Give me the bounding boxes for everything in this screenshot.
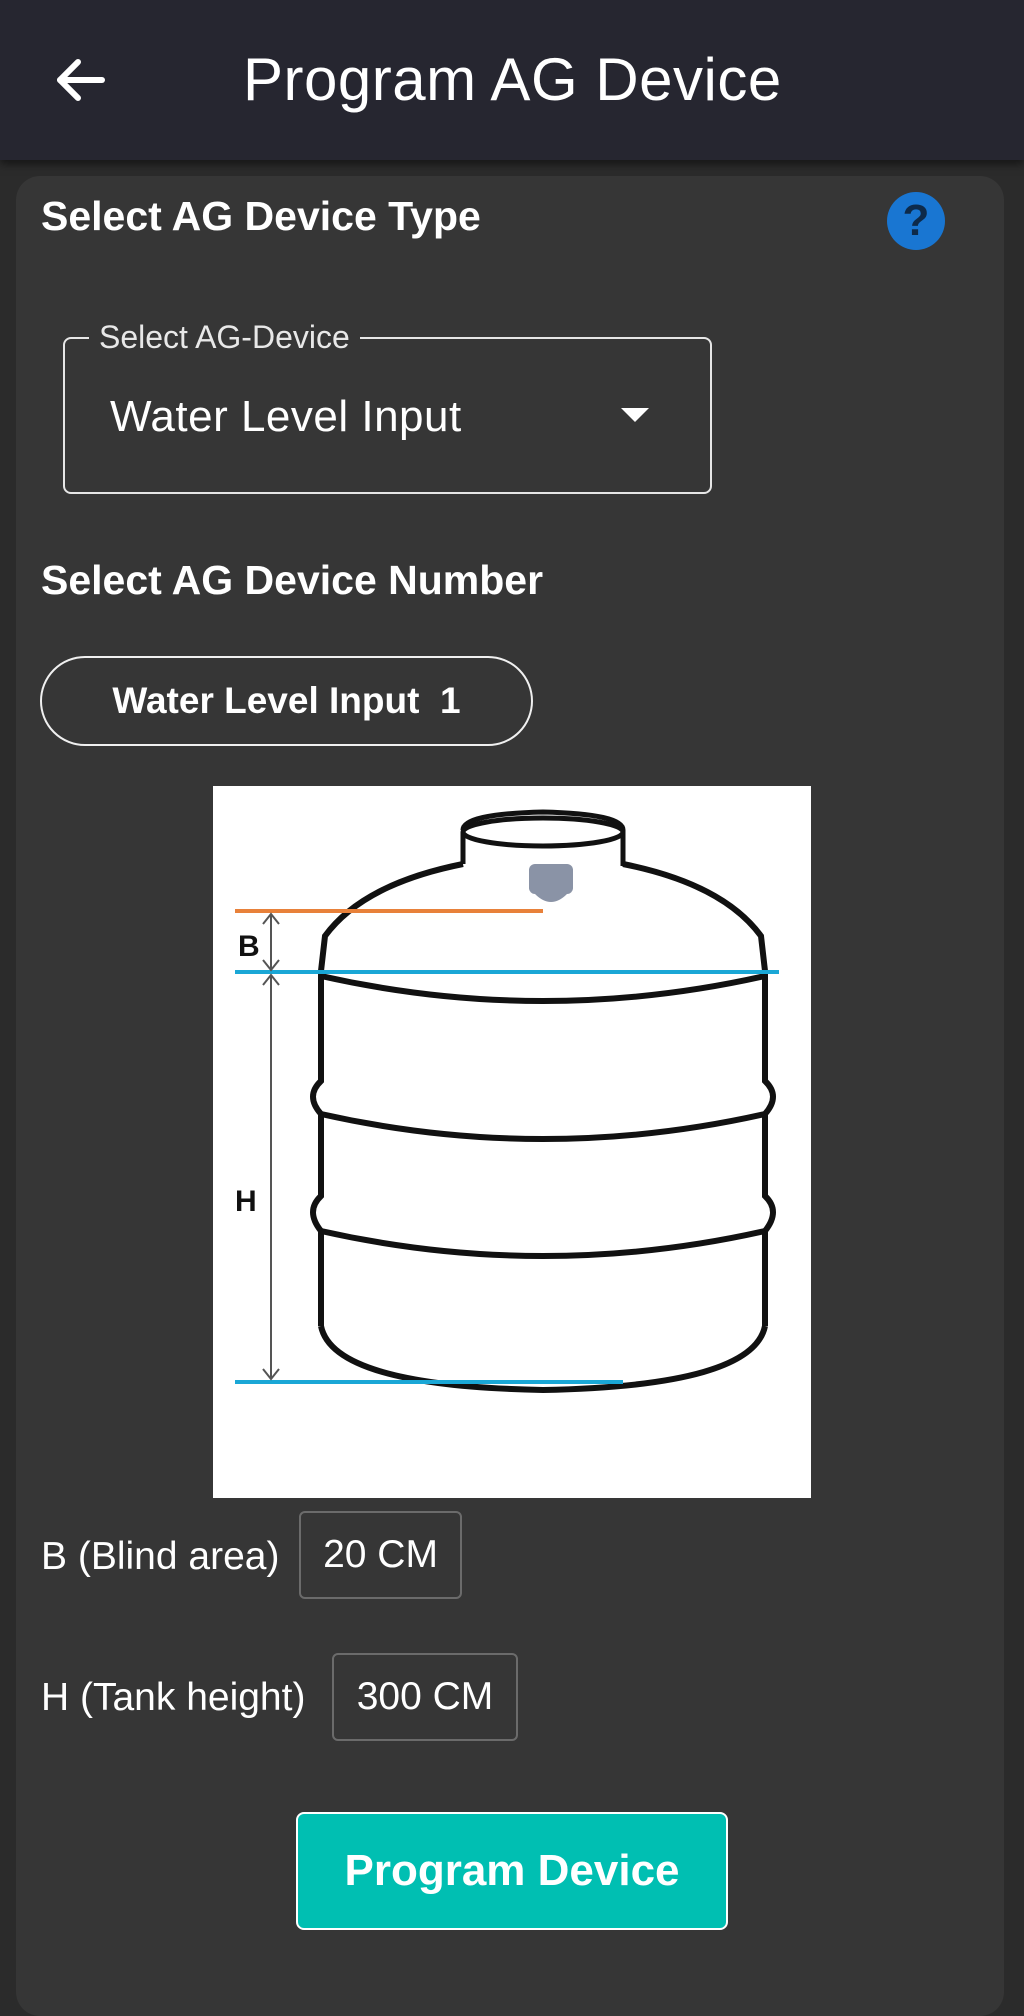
chevron-down-icon	[621, 408, 649, 422]
back-button[interactable]	[44, 44, 116, 116]
blind-area-label: B (Blind area)	[41, 1535, 280, 1578]
tank-diagram: B H	[213, 786, 811, 1498]
help-icon[interactable]: ?	[887, 192, 945, 250]
device-number-heading: Select AG Device Number	[41, 557, 544, 603]
device-type-heading: Select AG Device Type	[41, 193, 481, 239]
label-h: H	[235, 1185, 257, 1218]
dropdown-label: Select AG-Device	[89, 317, 360, 357]
tank-height-label: H (Tank height)	[41, 1676, 306, 1719]
page-title: Program AG Device	[243, 46, 782, 113]
tank-height-input[interactable]: 300 CM	[332, 1653, 518, 1741]
device-type-dropdown[interactable]: Select AG-Device Water Level Input	[63, 317, 712, 494]
program-device-button[interactable]: Program Device	[296, 1812, 728, 1930]
arrow-left-icon	[57, 59, 105, 101]
device-number-chip[interactable]: Water Level Input 1	[40, 656, 533, 746]
blind-area-input[interactable]: 20 CM	[299, 1511, 462, 1599]
app-bar: Program AG Device	[0, 0, 1024, 160]
device-number-chip-label: Water Level Input 1	[112, 680, 461, 721]
label-b: B	[238, 930, 260, 963]
dropdown-selected-value: Water Level Input	[110, 392, 462, 441]
tank-illustration: B H	[235, 809, 779, 1394]
